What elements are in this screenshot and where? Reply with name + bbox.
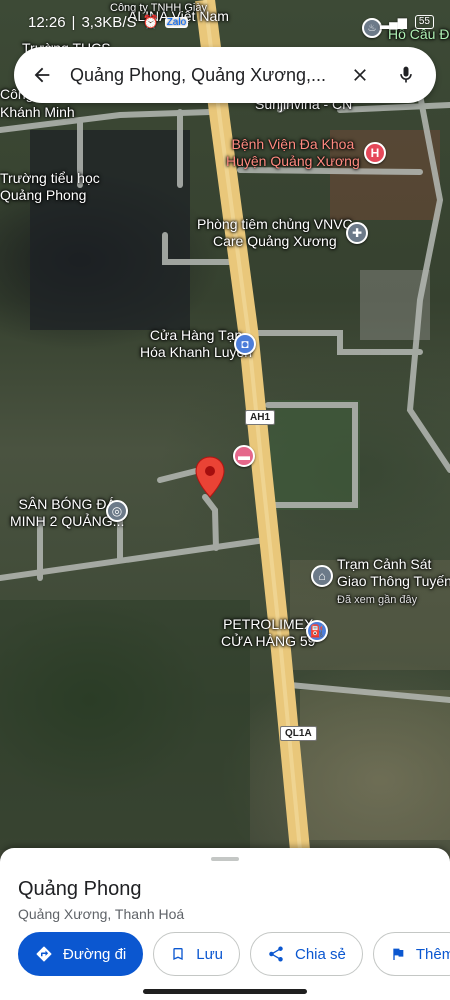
- place-title: Quảng Phong: [18, 878, 142, 900]
- more-label: Thêm: [415, 945, 450, 963]
- police-icon[interactable]: ⌂: [311, 565, 333, 587]
- status-time: 12:26: [28, 13, 66, 31]
- more-button[interactable]: Thêm: [372, 932, 450, 976]
- share-button[interactable]: Chia sẻ: [249, 932, 363, 976]
- clinic-icon[interactable]: ✚: [346, 222, 368, 244]
- label-tram-canh-sat[interactable]: Trạm Cảnh Sát Giao Thông Tuyến: [337, 556, 450, 590]
- route-badge-ah1: AH1: [245, 410, 276, 425]
- label-benh-vien[interactable]: Bệnh Viện Đa Khoa Huyện Quảng Xương: [226, 136, 360, 170]
- label-khanh-minh: Khánh Minh: [0, 104, 75, 120]
- back-arrow-icon[interactable]: [28, 61, 56, 89]
- close-icon[interactable]: [344, 59, 376, 91]
- battery-icon: 55: [414, 15, 434, 29]
- status-bar: 12:26 | 3,3KB/S ⏰ Zalo ▂▄▆ 55: [0, 0, 450, 44]
- search-query[interactable]: Quảng Phong, Quảng Xương,...: [70, 65, 344, 86]
- directions-icon: [36, 946, 52, 962]
- bookmark-icon: [173, 948, 183, 960]
- shopping-bag-icon[interactable]: ◘: [234, 333, 256, 355]
- directions-button[interactable]: Đường đi: [18, 932, 144, 976]
- hospital-icon[interactable]: H: [364, 142, 386, 164]
- gas-station-icon[interactable]: ⛽: [306, 620, 328, 642]
- sheet-drag-handle[interactable]: [211, 857, 239, 861]
- stadium-icon[interactable]: ◎: [106, 500, 128, 522]
- label-phong-tiem[interactable]: Phòng tiêm chủng VNVC Care Quảng Xương: [197, 216, 353, 250]
- share-icon: [269, 946, 283, 962]
- status-separator: |: [71, 13, 76, 31]
- signal-icon: ▂▄▆: [379, 15, 407, 29]
- label-truong-tieu-hoc[interactable]: Trường tiểu học Quảng Phong: [0, 170, 100, 204]
- place-subtitle: Quảng Xương, Thanh Hoá: [18, 906, 185, 922]
- action-chips: Đường đi Lưu Chia sẻ Thêm: [18, 932, 450, 976]
- label-petrolimex[interactable]: PETROLIMEX CỬA HÀNG 59: [221, 616, 315, 650]
- alarm-icon: ⏰: [142, 14, 159, 29]
- microphone-icon[interactable]: [390, 59, 422, 91]
- label-da-xem: Đã xem gần đây: [337, 594, 418, 606]
- hotel-bed-icon[interactable]: ▬: [233, 445, 255, 467]
- place-bottom-sheet[interactable]: Quảng Phong Quảng Xương, Thanh Hoá Đường…: [0, 848, 450, 1000]
- flag-icon: [393, 948, 404, 960]
- search-bar[interactable]: Quảng Phong, Quảng Xương,...: [14, 47, 436, 103]
- route-badge-ql1a: QL1A: [280, 726, 317, 741]
- save-label: Lưu: [196, 945, 223, 963]
- status-speed: 3,3KB/S: [81, 13, 137, 31]
- zalo-icon: Zalo: [164, 16, 189, 28]
- share-label: Chia sẻ: [294, 945, 346, 963]
- system-gesture-bar[interactable]: [143, 989, 307, 994]
- location-pin-icon[interactable]: [195, 456, 225, 498]
- directions-label: Đường đi: [63, 945, 127, 963]
- save-button[interactable]: Lưu: [153, 932, 240, 976]
